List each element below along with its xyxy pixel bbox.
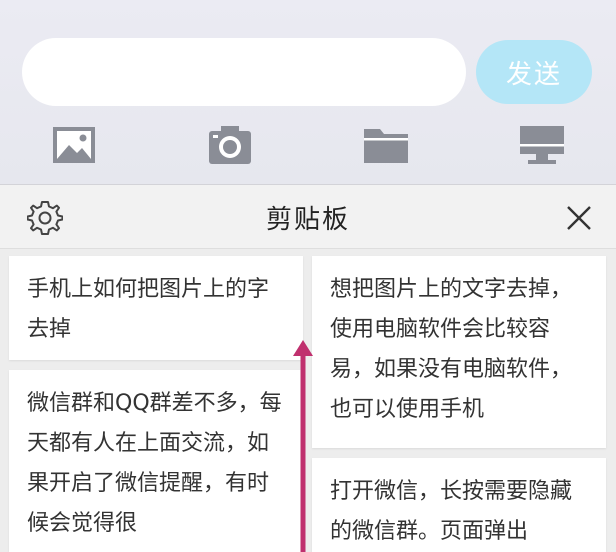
clipboard-item[interactable]: 想把图片上的文字去掉，使用电脑软件会比较容易，如果没有电脑软件，也可以使用手机 — [312, 256, 606, 448]
clipboard-item[interactable]: 打开微信，长按需要隐藏的微信群。页面弹出 — [312, 458, 606, 552]
folder-icon[interactable] — [362, 122, 410, 168]
computer-icon[interactable] — [518, 122, 566, 168]
close-icon[interactable] — [562, 201, 596, 235]
message-input[interactable] — [22, 38, 466, 106]
send-button[interactable]: 发送 — [476, 40, 592, 104]
annotation-arrow-up-icon — [293, 340, 313, 552]
clipboard-item[interactable]: 微信群和QQ群差不多，每天都有人在上面交流，如果开启了微信提醒，有时候会觉得很 — [9, 370, 303, 552]
chat-input-area: 发送 — [0, 0, 616, 186]
camera-icon[interactable] — [206, 122, 254, 168]
image-icon[interactable] — [50, 122, 98, 168]
clipboard-header: 剪贴板 — [0, 185, 616, 249]
clipboard-title: 剪贴板 — [265, 204, 350, 235]
clipboard-item[interactable]: 手机上如何把图片上的字去掉 — [9, 256, 303, 360]
